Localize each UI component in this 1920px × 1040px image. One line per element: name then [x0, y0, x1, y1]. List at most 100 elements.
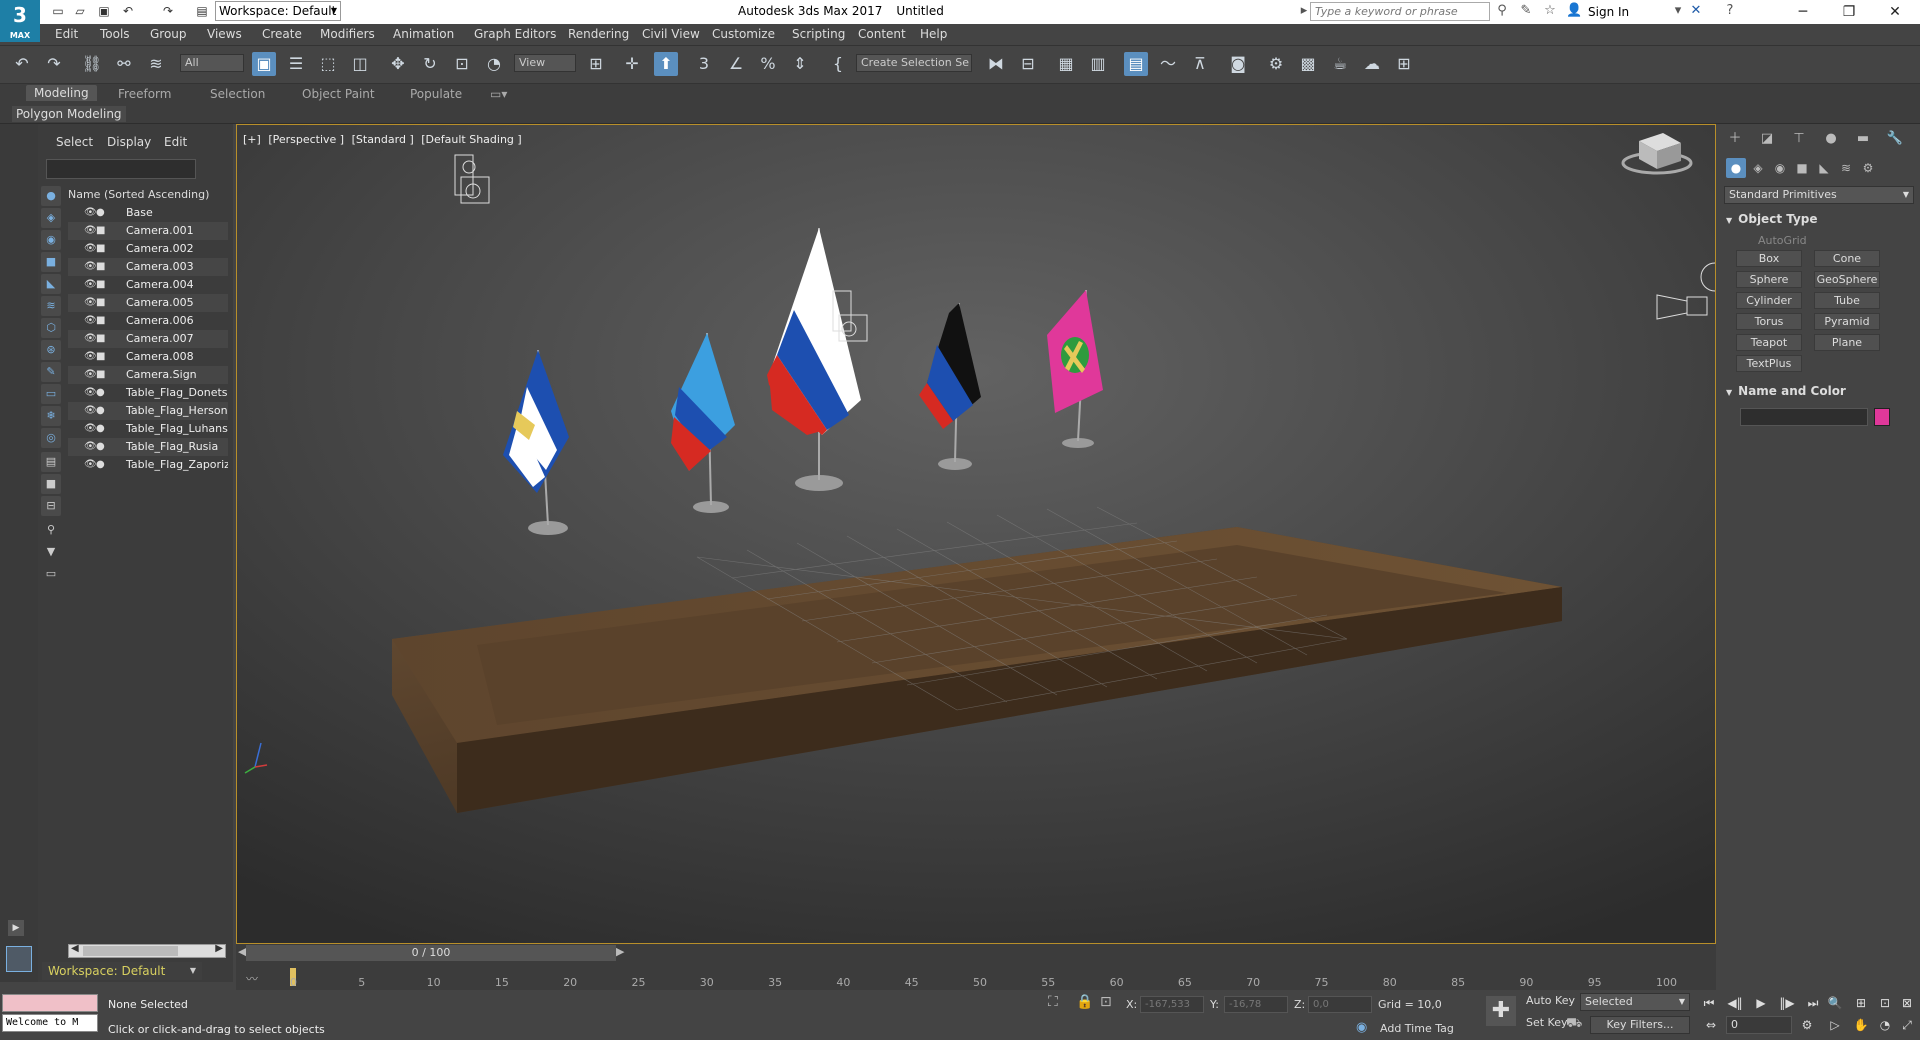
menu-modifiers[interactable]: Modifiers	[320, 27, 375, 41]
list-item[interactable]: 👁 ■ Camera.005	[68, 294, 228, 312]
absolute-mode-icon[interactable]: ⊡	[1100, 994, 1112, 1010]
z-coordinate-field[interactable]: 0,0	[1308, 996, 1372, 1013]
list-item[interactable]: 👁●Table_Flag_Zaporizhzh	[68, 456, 228, 474]
toggle-ribbon-icon[interactable]: ▤	[1124, 52, 1148, 76]
visibility-eye-icon[interactable]: 👁	[84, 366, 97, 384]
spacewarps-category-icon[interactable]: ≋	[1836, 158, 1856, 178]
viewport-shading-menu[interactable]: [Default Shading ]	[421, 133, 521, 146]
user-icon[interactable]: 👤	[1566, 3, 1582, 19]
minimize-button[interactable]: ─	[1780, 0, 1826, 24]
visibility-eye-icon[interactable]: 👁	[84, 402, 97, 420]
display-frozen-icon[interactable]: ❄	[41, 406, 61, 426]
visibility-eye-icon[interactable]: 👁	[84, 456, 97, 474]
scene-explorer-icon[interactable]: ▦	[1054, 52, 1078, 76]
save-icon[interactable]: ▣	[96, 3, 112, 19]
select-manipulate-icon[interactable]: ✛	[620, 52, 644, 76]
helpers-category-icon[interactable]: ◣	[1814, 158, 1834, 178]
display-tab-icon[interactable]: ▬	[1852, 128, 1874, 150]
scene-list-header[interactable]: Name (Sorted Ascending)	[68, 186, 233, 204]
torus-button[interactable]: Torus	[1736, 313, 1802, 330]
teapot-button[interactable]: Teapot	[1736, 334, 1802, 351]
isolate-selection-icon[interactable]: ⛶	[1048, 994, 1058, 1010]
tab-selection[interactable]: Selection	[210, 87, 265, 101]
visibility-eye-icon[interactable]: 👁	[84, 384, 97, 402]
cone-button[interactable]: Cone	[1814, 250, 1880, 267]
menu-group[interactable]: Group	[150, 27, 187, 41]
display-hidden-icon[interactable]: ◎	[41, 428, 61, 448]
field-of-view-icon[interactable]: ▷	[1826, 1016, 1844, 1034]
list-item[interactable]: 👁 ■ Camera.Sign	[68, 366, 228, 384]
spinner-snap-icon[interactable]: ⇕	[788, 52, 812, 76]
visibility-eye-icon[interactable]: 👁	[84, 276, 97, 294]
help-icon[interactable]: ?	[1722, 3, 1738, 19]
menu-civil-view[interactable]: Civil View	[642, 27, 700, 41]
time-slider-thumb[interactable]: 0 / 100	[246, 945, 616, 961]
open-file-icon[interactable]: ▱	[72, 3, 88, 19]
menu-rendering[interactable]: Rendering	[568, 27, 629, 41]
object-color-swatch[interactable]	[1874, 408, 1890, 426]
tube-button[interactable]: Tube	[1814, 292, 1880, 309]
list-item[interactable]: 👁 ■ Camera.004	[68, 276, 228, 294]
select-by-name-icon[interactable]: ☰	[284, 52, 308, 76]
auto-key-button[interactable]: Auto Key	[1526, 994, 1575, 1007]
display-all-icon[interactable]: ▤	[41, 452, 61, 472]
reference-coord-dropdown[interactable]: View	[514, 54, 576, 72]
scroll-left-icon[interactable]: ◀	[71, 943, 79, 954]
rendered-frame-icon[interactable]: ▩	[1296, 52, 1320, 76]
list-item[interactable]: 👁 ■ Camera.003	[68, 258, 228, 276]
rotate-icon[interactable]: ↻	[418, 52, 442, 76]
restore-button[interactable]: ❐	[1826, 0, 1872, 24]
orbit-icon[interactable]: ◔	[1876, 1016, 1894, 1034]
select-object-icon[interactable]: ▣	[252, 52, 276, 76]
snaps-toggle-icon[interactable]: 3	[692, 52, 716, 76]
add-time-tag-button[interactable]: Add Time Tag	[1380, 1022, 1454, 1035]
curve-editor-icon[interactable]: 〜	[1156, 52, 1180, 76]
favorites-star-icon[interactable]: ☆	[1542, 3, 1558, 19]
pyramid-button[interactable]: Pyramid	[1814, 313, 1880, 330]
viewport-shading-standard-menu[interactable]: [Standard ]	[352, 133, 414, 146]
display-geometry-icon[interactable]: ●	[41, 186, 61, 206]
zoom-all-icon[interactable]: ⊞	[1852, 994, 1870, 1012]
visibility-eye-icon[interactable]: 👁	[84, 330, 97, 348]
modify-tab-icon[interactable]: ◪	[1756, 128, 1778, 150]
primitive-type-dropdown[interactable]: Standard Primitives ▼	[1724, 186, 1914, 204]
menu-customize[interactable]: Customize	[712, 27, 775, 41]
scene-tab-edit[interactable]: Edit	[164, 135, 187, 149]
visibility-eye-icon[interactable]: 👁	[84, 420, 97, 438]
lock-icon[interactable]: 🔒	[1076, 994, 1093, 1010]
environment-icon[interactable]: ⊞	[1392, 52, 1416, 76]
tab-freeform[interactable]: Freeform	[118, 87, 171, 101]
create-tab-icon[interactable]: ＋	[1724, 128, 1746, 150]
layer-explorer-icon[interactable]: ▥	[1086, 52, 1110, 76]
workspace-selector[interactable]: Workspace: Default ▼	[42, 962, 202, 980]
mirror-icon[interactable]: ⧓	[984, 52, 1008, 76]
maxscript-output[interactable]: Welcome to M	[2, 1014, 98, 1032]
angle-snap-icon[interactable]: ∠	[724, 52, 748, 76]
align-icon[interactable]: ⊟	[1016, 52, 1040, 76]
visibility-eye-icon[interactable]: 👁	[84, 240, 97, 258]
link-icon[interactable]: ⛓	[80, 52, 104, 76]
previous-frame-icon[interactable]: ◀‖	[1726, 994, 1744, 1012]
mini-curve-editor-icon[interactable]: 〰	[246, 970, 258, 987]
menu-animation[interactable]: Animation	[393, 27, 454, 41]
next-frame-icon[interactable]: ‖▶	[1778, 994, 1796, 1012]
menu-help[interactable]: Help	[920, 27, 947, 41]
display-xrefs-icon[interactable]: ⊛	[41, 340, 61, 360]
menu-edit[interactable]: Edit	[55, 27, 78, 41]
move-icon[interactable]: ✥	[386, 52, 410, 76]
bind-space-warp-icon[interactable]: ≋	[144, 52, 168, 76]
visibility-eye-icon[interactable]: 👁	[84, 258, 97, 276]
list-item[interactable]: 👁 ■ Camera.001	[68, 222, 228, 240]
display-none-icon[interactable]: ■	[41, 474, 61, 494]
funnel-icon[interactable]: ▼	[41, 542, 61, 562]
zoom-icon[interactable]: 🔍	[1826, 994, 1844, 1012]
scene-tab-display[interactable]: Display	[107, 135, 151, 149]
zoom-extents-all-icon[interactable]: ⊠	[1898, 994, 1916, 1012]
redo-icon[interactable]: ↷	[160, 3, 176, 19]
go-to-end-icon[interactable]: ⏭	[1804, 994, 1822, 1012]
viewport-layout-icon[interactable]	[6, 946, 32, 972]
schematic-view-icon[interactable]: ⊼	[1188, 52, 1212, 76]
display-containers-icon[interactable]: ▭	[41, 384, 61, 404]
display-spacewarps-icon[interactable]: ≋	[41, 296, 61, 316]
x-coordinate-field[interactable]: -167,533	[1140, 996, 1204, 1013]
